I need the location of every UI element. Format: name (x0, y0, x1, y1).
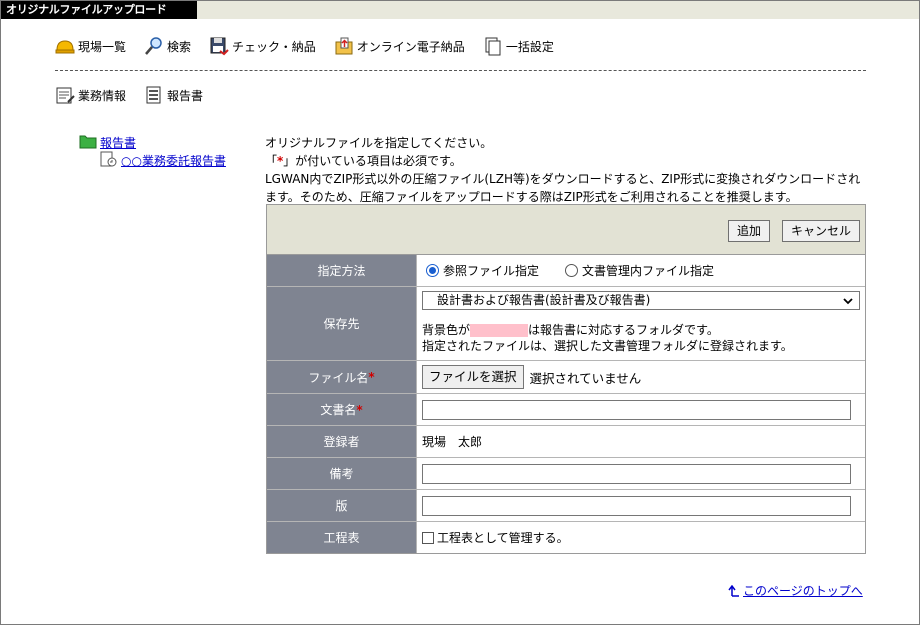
instruction-line: オリジナルファイルを指定してください。 (265, 136, 493, 150)
toolbar-bulk-settings-button[interactable]: 一括設定 (483, 36, 554, 56)
tree-child[interactable]: ○○業務委託報告書 (99, 151, 226, 169)
docname-input[interactable] (422, 399, 851, 420)
main-toolbar: 現場一覧 検索 チェック・納品 オンライン電子納品 一括設定 (55, 35, 572, 57)
toolbar-report-button[interactable]: 報告書 (144, 85, 203, 105)
toolbar-label: 業務情報 (78, 88, 127, 103)
folder-icon (79, 133, 97, 152)
label-remarks: 備考 (267, 458, 417, 489)
row-remarks: 備考 (267, 458, 865, 490)
radio-selected-icon (426, 264, 439, 277)
window-title: オリジナルファイルアップロード (1, 1, 197, 19)
registrant-value: 現場 太郎 (422, 435, 483, 449)
title-bar: オリジナルファイルアップロード (1, 1, 919, 19)
note-text: 指定されたファイルは、選択した文書管理フォルダに登録されます。 (422, 339, 793, 353)
tree-root[interactable]: 報告書 (79, 133, 226, 151)
row-docname: 文書名 * (267, 394, 865, 426)
label-docname: 文書名 * (267, 394, 417, 425)
note-text: は報告書に対応するフォルダです。 (528, 323, 719, 337)
remarks-input[interactable] (422, 463, 851, 484)
window-frame: オリジナルファイルアップロード 現場一覧 検索 チェック・納品 オンライン電子納… (0, 0, 920, 625)
add-button[interactable]: 追加 (728, 220, 771, 242)
page-top-link-label: このページのトップへ (743, 584, 863, 598)
radio-document-management-file[interactable]: 文書管理内ファイル指定 (565, 262, 714, 279)
floppy-check-icon (209, 36, 229, 56)
toolbar-business-info-button[interactable]: 業務情報 (55, 85, 126, 105)
row-version: 版 (267, 490, 865, 522)
sub-toolbar: 業務情報 報告書 (55, 84, 221, 106)
required-mark: * (368, 370, 375, 384)
destination-selected-value: 設計書および報告書(設計書及び報告書) (437, 293, 651, 307)
label-text: ファイル名 (308, 370, 369, 385)
method-options: 参照ファイル指定 文書管理内ファイル指定 (417, 255, 865, 286)
tree-root-link[interactable]: 報告書 (100, 134, 136, 151)
instruction-text: 「 (265, 154, 278, 168)
file-value: ファイルを選択 選択されていません (417, 361, 865, 393)
form-header: 追加 キャンセル (267, 205, 865, 255)
folder-tree: 報告書 ○○業務委託報告書 (79, 133, 226, 169)
report-icon (144, 85, 164, 105)
instruction-zip-note: LGWAN内でZIP形式以外の圧縮ファイル(LZH等)をダウンロードすると、ZI… (265, 172, 861, 204)
upload-form: 追加 キャンセル 指定方法 参照ファイル指定 文書管理内ファイル指定 保存先 設… (266, 204, 866, 554)
schedule-checkbox-label: 工程表として管理する。 (437, 531, 569, 545)
radio-label: 文書管理内ファイル指定 (582, 264, 715, 278)
radio-unselected-icon (565, 264, 579, 277)
version-value (417, 490, 865, 521)
choose-file-button[interactable]: ファイルを選択 (422, 365, 524, 389)
docname-value (417, 394, 865, 425)
destination-note: 背景色が は報告書に対応するフォルダです。 指定されたファイルは、選択した文書管理… (422, 322, 793, 354)
toolbar-divider (55, 70, 866, 71)
toolbar-label: 検索 (167, 39, 192, 54)
remarks-value (417, 458, 865, 489)
label-text: 文書名 (320, 403, 357, 417)
toolbar-search-button[interactable]: 検索 (144, 36, 191, 56)
row-schedule: 工程表 工程表として管理する。 (267, 522, 865, 553)
label-version: 版 (267, 490, 417, 521)
upload-folder-icon (334, 36, 354, 56)
instruction-text: 」が付いている項目は必須です。 (283, 154, 462, 168)
label-method: 指定方法 (267, 255, 417, 286)
arrow-up-icon (728, 584, 739, 597)
page-top-link[interactable]: このページのトップへ (728, 582, 863, 599)
version-input[interactable] (422, 495, 851, 516)
toolbar-label: 報告書 (167, 88, 204, 103)
radio-label: 参照ファイル指定 (443, 264, 540, 278)
schedule-value: 工程表として管理する。 (417, 522, 865, 553)
instructions: オリジナルファイルを指定してください。 「*」が付いている項目は必須です。 LG… (265, 134, 865, 206)
helmet-icon (55, 36, 75, 56)
toolbar-online-delivery-button[interactable]: オンライン電子納品 (334, 36, 465, 56)
required-mark: * (356, 402, 363, 417)
note-text: 背景色が (422, 323, 471, 337)
chevron-down-icon (843, 298, 853, 305)
label-file: ファイル名 * (267, 361, 417, 393)
label-destination: 保存先 (267, 287, 417, 360)
row-file: ファイル名 * ファイルを選択 選択されていません (267, 361, 865, 394)
label-schedule: 工程表 (267, 522, 417, 553)
notepad-icon (55, 85, 75, 105)
toolbar-label: チェック・納品 (232, 39, 316, 54)
toolbar-genba-list-button[interactable]: 現場一覧 (55, 36, 126, 56)
toolbar-check-delivery-button[interactable]: チェック・納品 (209, 36, 316, 56)
instruction-required-note: 「*」が付いている項目は必須です。 (265, 152, 865, 170)
label-registrant: 登録者 (267, 426, 417, 457)
schedule-checkbox[interactable] (422, 531, 434, 544)
highlight-color-swatch (470, 324, 529, 337)
file-status: 選択されていません (529, 370, 642, 386)
toolbar-label: 現場一覧 (78, 39, 127, 54)
destination-select[interactable]: 設計書および報告書(設計書及び報告書) (422, 291, 860, 310)
magnifier-icon (144, 36, 164, 56)
row-destination: 保存先 設計書および報告書(設計書及び報告書) 背景色が は報告書に対応するフォル… (267, 287, 865, 361)
toolbar-label: 一括設定 (505, 39, 554, 54)
radio-reference-file[interactable]: 参照ファイル指定 (426, 262, 539, 279)
destination-value: 設計書および報告書(設計書及び報告書) 背景色が は報告書に対応するフォルダです。… (417, 287, 865, 360)
row-registrant: 登録者 現場 太郎 (267, 426, 865, 458)
document-clip-icon (99, 150, 119, 171)
cancel-button[interactable]: キャンセル (782, 220, 861, 242)
documents-icon (483, 36, 503, 56)
tree-child-link[interactable]: ○○業務委託報告書 (121, 152, 226, 169)
toolbar-label: オンライン電子納品 (356, 39, 465, 54)
row-method: 指定方法 参照ファイル指定 文書管理内ファイル指定 (267, 255, 865, 287)
